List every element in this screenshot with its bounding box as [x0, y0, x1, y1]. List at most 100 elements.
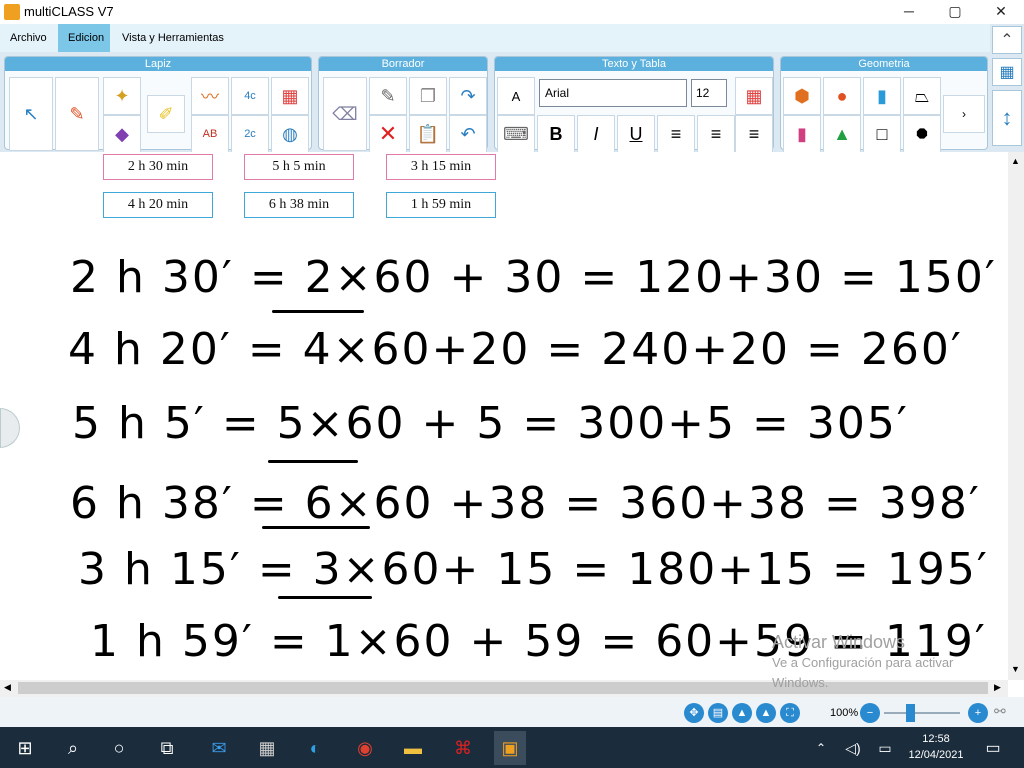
zoom-slider-track[interactable] — [884, 712, 960, 714]
zoom-out-icon[interactable]: − — [860, 703, 880, 723]
text-color-button[interactable]: ▦ — [735, 77, 773, 115]
menu-vista[interactable]: Vista y Herramientas — [122, 32, 224, 44]
chevron-right-icon: › — [962, 107, 966, 121]
text-box-button[interactable]: A — [497, 77, 535, 115]
eraser-shape-button[interactable]: ◆ — [103, 115, 141, 153]
keyboard-button[interactable]: ⌨ — [497, 115, 535, 153]
link-icon[interactable]: ⚯ — [994, 703, 1020, 723]
watermark-title: Activar Windows — [772, 632, 906, 652]
cube-button[interactable]: ⬢ — [783, 77, 821, 115]
acrobat-icon[interactable]: ⌘ — [450, 735, 476, 761]
move-toolbar-button[interactable]: ↕ — [992, 90, 1022, 146]
octagon-button[interactable]: ⯃ — [903, 115, 941, 153]
scroll-down-icon[interactable]: ▼ — [1011, 664, 1020, 674]
vertical-scrollbar[interactable]: ▲ ▼ — [1008, 152, 1024, 680]
copy-button[interactable]: ❐ — [409, 77, 447, 115]
web-button[interactable]: ◍ — [271, 115, 309, 153]
chevron-up-icon[interactable]: ⌃ — [808, 735, 834, 761]
underline-button[interactable]: U — [617, 115, 655, 153]
side-drawer-handle[interactable] — [0, 408, 20, 448]
paste-button[interactable]: 📋 — [409, 115, 447, 153]
redo-button[interactable]: ↷ — [449, 77, 487, 115]
italic-button[interactable]: I — [577, 115, 615, 153]
trapezoid-button[interactable]: ⏢ — [903, 77, 941, 115]
scroll-left-icon[interactable]: ◀ — [4, 682, 11, 693]
calculator-icon[interactable]: ▦ — [254, 735, 280, 761]
menu-archivo[interactable]: Archivo — [10, 32, 47, 44]
wave-pen-icon: 〰 — [201, 87, 219, 107]
collapse-ribbon-button[interactable]: ⌃ — [992, 26, 1022, 54]
mountain-2-icon[interactable]: ▲ — [756, 703, 776, 723]
geometry-more-button[interactable]: › — [943, 95, 985, 133]
maximize-button[interactable]: ▢ — [932, 0, 978, 24]
mail-icon[interactable]: ✉ — [206, 735, 232, 761]
pan-icon[interactable]: ✥ — [684, 703, 704, 723]
copy-icon: ❐ — [419, 85, 437, 106]
highlighter-button[interactable]: ✦ — [103, 77, 141, 115]
group-lapiz-header: Lapiz — [5, 57, 311, 71]
shape-pen-button[interactable]: 〰 — [191, 77, 229, 115]
2c-icon: 2c — [244, 128, 256, 140]
zoom-slider-thumb[interactable] — [906, 704, 915, 722]
edit-doc-button[interactable]: ✎ — [369, 77, 407, 115]
undo-button[interactable]: ↶ — [449, 115, 487, 153]
marker-icon: ✐ — [158, 103, 174, 124]
whiteboard-canvas[interactable]: 2 h 30 min 5 h 5 min 3 h 15 min 4 h 20 m… — [0, 152, 1008, 680]
task-view-icon[interactable]: ⧉ — [154, 735, 180, 761]
mountain-icon[interactable]: ▲ — [732, 703, 752, 723]
red-x-icon: ✕ — [378, 121, 398, 146]
bold-button[interactable]: B — [537, 115, 575, 153]
abc-pen-button[interactable]: AB — [191, 115, 229, 153]
page-icon[interactable]: ▤ — [708, 703, 728, 723]
globe-icon: ◍ — [282, 123, 298, 144]
square-button[interactable]: □ — [863, 115, 901, 153]
select-tool-button[interactable]: ↖ — [9, 77, 53, 151]
redo-icon: ↷ — [460, 85, 476, 106]
eraser-button[interactable]: ⌫ — [323, 77, 367, 151]
math-pen-2-button[interactable]: 2c — [231, 115, 269, 153]
app-icon — [4, 4, 20, 20]
color-palette-button[interactable]: ▦ — [271, 77, 309, 115]
clock-time[interactable]: 12:58 — [904, 733, 968, 745]
scroll-up-icon[interactable]: ▲ — [1011, 156, 1020, 166]
minimize-button[interactable]: ─ — [886, 0, 932, 24]
keyboard-icon: ⌨ — [503, 123, 529, 144]
windows-start-icon[interactable]: ⊞ — [12, 735, 38, 761]
font-select[interactable]: Arial — [539, 79, 687, 107]
chrome-icon[interactable]: ◉ — [352, 735, 378, 761]
sphere-button[interactable]: ● — [823, 77, 861, 115]
square-icon: □ — [876, 123, 888, 144]
math-pen-button[interactable]: 4c — [231, 77, 269, 115]
clock-date[interactable]: 12/04/2021 — [904, 749, 968, 761]
close-button[interactable]: ✕ — [978, 0, 1024, 24]
multiclass-taskbar-icon[interactable]: ▣ — [494, 731, 526, 765]
zoom-in-icon[interactable]: + — [968, 703, 988, 723]
prism-button[interactable]: ▮ — [863, 77, 901, 115]
align-left-button[interactable]: ≡ — [657, 115, 695, 153]
abc-icon: AB — [202, 128, 218, 140]
cortana-icon[interactable]: ○ — [106, 735, 132, 761]
group-borrador-header: Borrador — [319, 57, 487, 71]
edge-icon[interactable]: ◐ — [302, 735, 328, 761]
menu-edicion[interactable]: Edicion — [68, 32, 104, 44]
marker-button[interactable]: ✐ — [147, 95, 185, 133]
delete-button[interactable]: ✕ — [369, 115, 407, 153]
notifications-icon[interactable]: ▭ — [980, 735, 1006, 761]
network-icon[interactable]: ▭ — [872, 735, 898, 761]
cylinder-button[interactable]: ▮ — [783, 115, 821, 153]
layout-button[interactable]: ▦ — [992, 58, 1022, 86]
align-justify-icon: ≡ — [748, 123, 760, 144]
taskbar: ⊞ ⌕ ○ ⧉ ✉ ▦ ◐ ◉ ▬ ⌘ ▣ ⌃ ◁) ▭ 12:58 12/04… — [0, 727, 1024, 768]
file-explorer-icon[interactable]: ▬ — [400, 735, 426, 761]
sphere-icon: ● — [836, 85, 848, 106]
pen-tool-button[interactable]: ✎ — [55, 77, 99, 151]
align-justify-button[interactable]: ≡ — [735, 115, 773, 153]
fullscreen-icon[interactable]: ⛶ — [780, 703, 800, 723]
cone-button[interactable]: ▲ — [823, 115, 861, 153]
align-center-button[interactable]: ≡ — [697, 115, 735, 153]
search-icon[interactable]: ⌕ — [60, 735, 86, 761]
ribbon: Lapiz ↖ ✎ ✦ ◆ ✐ 〰 AB 4c 2c ▦ ◍ Borrador … — [0, 52, 990, 153]
volume-icon[interactable]: ◁) — [840, 735, 866, 761]
time-box: 4 h 20 min — [103, 192, 213, 218]
font-size-select[interactable]: 12 — [691, 79, 727, 107]
